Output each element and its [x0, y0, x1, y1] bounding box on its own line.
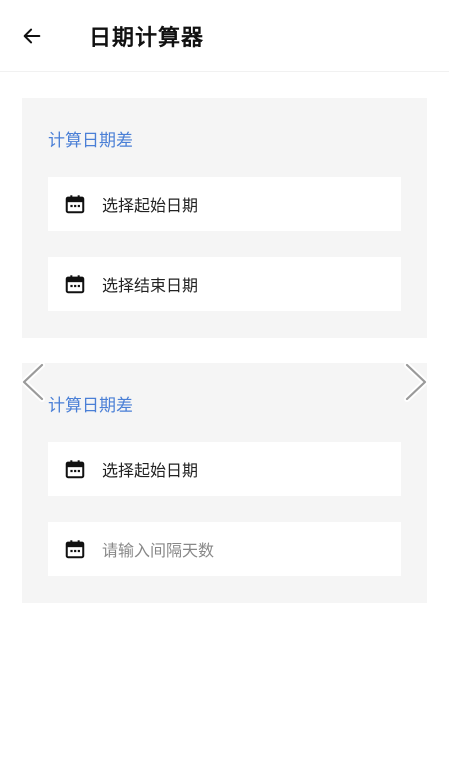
prev-arrow-button[interactable]: [18, 362, 48, 402]
next-arrow-button[interactable]: [401, 362, 431, 402]
interval-days-placeholder: 请输入间隔天数: [102, 541, 215, 560]
calendar-icon: [64, 193, 86, 215]
back-button[interactable]: [18, 22, 46, 50]
calendar-icon: [64, 273, 86, 295]
page-title: 日期计算器: [89, 26, 205, 51]
start-date-label: 选择起始日期: [102, 196, 199, 215]
end-date-label: 选择结束日期: [102, 276, 199, 295]
start-date-picker[interactable]: 选择起始日期: [48, 177, 401, 231]
start-date-label: 选择起始日期: [102, 461, 199, 480]
card-title: 计算日期差: [48, 396, 133, 416]
card-title: 计算日期差: [48, 131, 133, 151]
start-date-picker[interactable]: 选择起始日期: [48, 442, 401, 496]
top-bar: 日期计算器: [0, 0, 449, 72]
date-diff-card-1: 计算日期差 选择起始日期 选择结束日期: [22, 98, 427, 338]
app-screen: 日期计算器 计算日期差 选择起始日期 选择结束日期 计算日期差 选择起始日期 请…: [0, 0, 449, 769]
end-date-picker[interactable]: 选择结束日期: [48, 257, 401, 311]
arrow-left-icon: [23, 28, 41, 44]
chevron-left-icon: [21, 362, 45, 402]
chevron-right-icon: [404, 362, 428, 402]
date-diff-card-2: 计算日期差 选择起始日期 请输入间隔天数: [22, 363, 427, 603]
calendar-icon: [64, 458, 86, 480]
calendar-icon: [64, 538, 86, 560]
interval-days-input[interactable]: 请输入间隔天数: [48, 522, 401, 576]
